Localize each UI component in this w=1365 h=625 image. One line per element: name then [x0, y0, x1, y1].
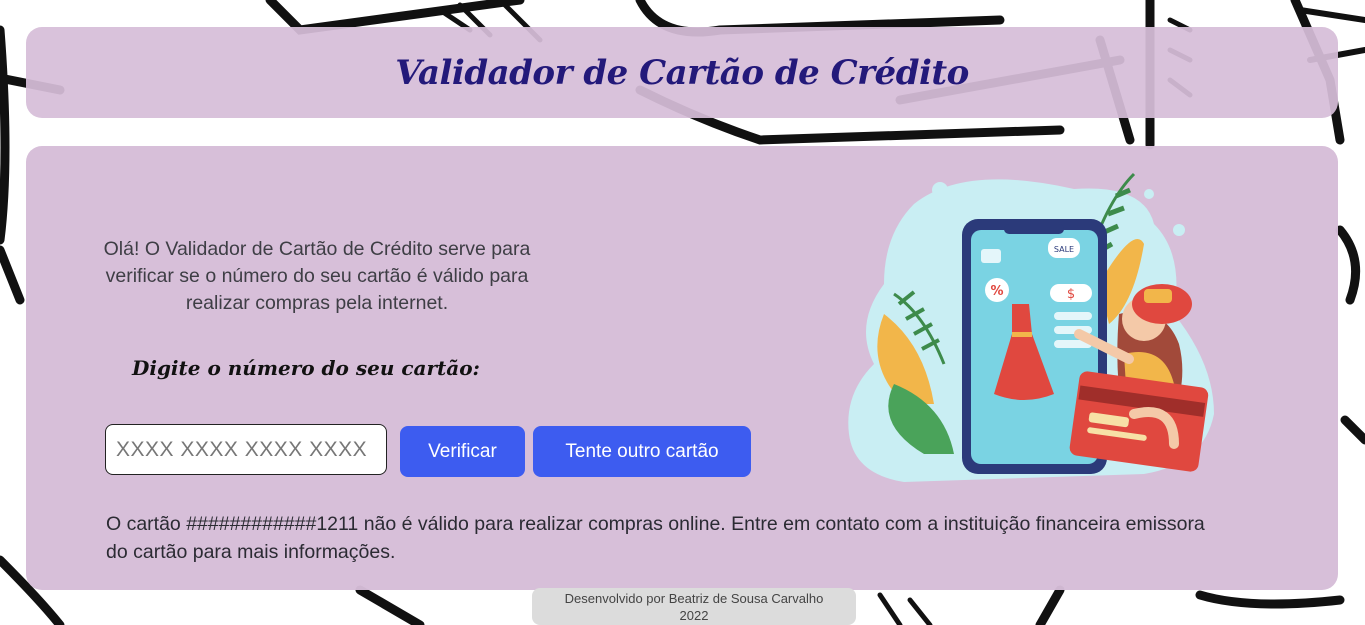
price-tag: $ — [1067, 287, 1075, 302]
header-banner: Validador de Cartão de Crédito — [26, 27, 1338, 118]
card-number-input[interactable] — [105, 424, 387, 475]
percent-badge: % — [990, 284, 1003, 299]
author-credit: Desenvolvido por Beatriz de Sousa Carval… — [564, 591, 824, 606]
card-number-label: Digite o número do seu cartão: — [132, 356, 480, 380]
validation-result: O cartão ############1211 não é válido p… — [106, 513, 1205, 563]
copyright-year: 2022 — [679, 608, 709, 623]
sale-tag: SALE — [1054, 245, 1074, 254]
footer-credit: Desenvolvido por Beatriz de Sousa Carval… — [532, 588, 856, 625]
shopping-illustration: SALE % $ — [844, 164, 1228, 490]
try-another-card-button[interactable]: Tente outro cartão — [533, 426, 751, 477]
page-title: Validador de Cartão de Crédito — [395, 52, 969, 93]
main-panel: Olá! O Validador de Cartão de Crédito se… — [26, 146, 1338, 590]
intro-text: Olá! O Validador de Cartão de Crédito se… — [103, 238, 531, 314]
verify-button[interactable]: Verificar — [400, 426, 525, 477]
